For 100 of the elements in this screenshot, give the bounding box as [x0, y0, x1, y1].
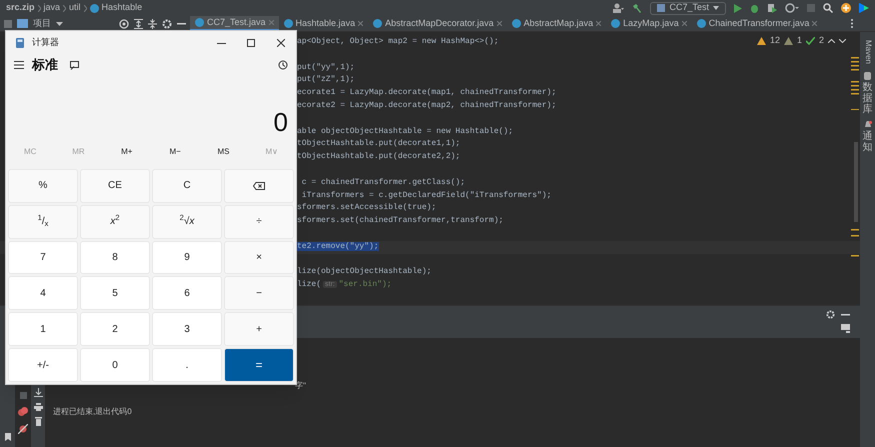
code-line: sformers.setAccessible(true);: [297, 203, 436, 212]
weak-warning-count[interactable]: 1: [796, 34, 802, 48]
calculator-key[interactable]: 8: [80, 240, 150, 274]
update-icon[interactable]: [841, 3, 851, 13]
editor-tab[interactable]: ChainedTransformer.java: [692, 16, 822, 31]
memory-button[interactable]: MS: [199, 146, 248, 158]
search-icon[interactable]: [823, 3, 833, 13]
project-panel-title[interactable]: 项目: [33, 16, 51, 30]
calculator-key[interactable]: 0: [80, 348, 150, 382]
calculator-icon: [16, 38, 24, 48]
calculator-key[interactable]: =: [224, 348, 294, 382]
scroll-to-end-icon[interactable]: [34, 388, 42, 397]
calculator-key[interactable]: 2: [80, 312, 150, 346]
calculator-key[interactable]: −: [224, 276, 294, 310]
run-icon[interactable]: [734, 4, 742, 12]
next-icon[interactable]: [839, 38, 846, 43]
code-line: tObjectHashtable.put(decorate1,1);: [297, 139, 460, 148]
run-configuration-dropdown[interactable]: CC7_Test: [650, 2, 726, 14]
code-line: put("yy",1);: [297, 62, 355, 72]
tool-window-label[interactable]: Maven: [862, 40, 874, 64]
code-text: "ser.bin");: [338, 280, 392, 290]
class-icon: [195, 18, 204, 27]
breadcrumb-item[interactable]: src.zip: [6, 1, 35, 15]
trash-icon[interactable]: [34, 417, 42, 426]
bell-icon[interactable]: [864, 121, 872, 129]
plugin-logo-icon[interactable]: [859, 3, 869, 13]
calculator-key[interactable]: $^{2}$√x: [152, 204, 222, 239]
editor-tab[interactable]: AbstractMap.java: [506, 16, 606, 31]
calculator-key[interactable]: .: [152, 348, 222, 382]
settings-icon[interactable]: [162, 18, 172, 28]
collapse-all-icon[interactable]: [148, 18, 157, 28]
warning-icon[interactable]: [784, 36, 793, 45]
calculator-key[interactable]: ×: [224, 240, 294, 274]
calculator-key[interactable]: x$^{2}$: [80, 204, 150, 239]
target-icon[interactable]: [119, 18, 129, 28]
database-icon[interactable]: [864, 72, 871, 80]
mute-breakpoints-icon[interactable]: [18, 424, 28, 434]
calculator-key[interactable]: 1: [8, 312, 78, 346]
code-line: sformers.set(chainedTransformer,transform);: [297, 216, 504, 226]
window-title: 计算器: [32, 36, 59, 50]
calculator-key[interactable]: $^{1}$/$_{x}$: [8, 204, 78, 239]
breadcrumb-item[interactable]: util: [69, 1, 81, 15]
calculator-key[interactable]: ÷: [224, 204, 294, 239]
hammer-icon[interactable]: [632, 3, 642, 13]
code-line: ecorate1 = LazyMap.decorate(map1, chainedTransformer);: [297, 88, 556, 98]
minimize-icon[interactable]: [841, 314, 850, 316]
user-icon[interactable]: [612, 3, 624, 13]
class-icon: [284, 19, 293, 28]
maximize-icon: [247, 39, 255, 47]
editor-tab[interactable]: LazyMap.java: [606, 16, 692, 31]
calculator-key[interactable]: 9: [152, 240, 222, 274]
calculator-key[interactable]: 4: [8, 276, 78, 310]
close-icon: [277, 39, 285, 47]
caret-icon: [713, 6, 719, 10]
calculator-key[interactable]: 6: [152, 276, 222, 310]
calculator-key[interactable]: CE: [80, 169, 150, 203]
tool-window-label[interactable]: 通知: [862, 131, 872, 153]
calculator-key[interactable]: %: [8, 169, 78, 203]
settings-icon[interactable]: [826, 310, 835, 319]
minimize-icon[interactable]: [177, 22, 186, 24]
profiler-icon[interactable]: [785, 3, 799, 13]
tool-window-label[interactable]: 数据库: [862, 82, 872, 115]
code-line: lize(objectObjectHashtable);: [297, 267, 432, 276]
memory-button[interactable]: M−: [150, 146, 200, 158]
layout-icon[interactable]: [841, 324, 850, 333]
debug-icon[interactable]: [750, 3, 759, 13]
calculator-key[interactable]: C: [152, 169, 222, 203]
chevron-icon: [63, 4, 66, 12]
print-icon[interactable]: [34, 403, 42, 411]
bookmark-icon[interactable]: [4, 433, 10, 441]
code-line: ecorate2 = LazyMap.decorate(map2, chainedTransformer);: [297, 100, 556, 110]
expand-all-icon[interactable]: [134, 18, 143, 28]
coverage-icon[interactable]: [767, 3, 777, 13]
calculator-key[interactable]: +: [224, 312, 294, 346]
breakpoints-icon[interactable]: [18, 407, 28, 416]
history-icon[interactable]: [278, 60, 288, 70]
menu-icon[interactable]: [14, 61, 24, 69]
calculator-key[interactable]: 7: [8, 240, 78, 274]
typo-count[interactable]: 2: [818, 34, 824, 48]
code-line: able objectObjectHashtable = new Hashtable();: [297, 126, 514, 136]
editor-tab[interactable]: CC7_Test.java: [190, 16, 279, 31]
memory-button[interactable]: M+: [102, 146, 151, 158]
keep-on-top-icon[interactable]: [70, 60, 79, 70]
code-line: iTransformers = c.getDeclaredField("iTransformers");: [300, 190, 552, 200]
editor-tab[interactable]: AbstractMapDecorator.java: [368, 16, 507, 31]
code-line: c = chainedTransformer.getClass();: [300, 178, 466, 187]
calculator-key[interactable]: 5: [80, 276, 150, 310]
editor-tab[interactable]: Hashtable.java: [278, 16, 368, 31]
previous-icon[interactable]: [828, 38, 835, 43]
application-icon: [657, 4, 666, 12]
code-line: put("zZ",1);: [297, 75, 355, 84]
warning-count[interactable]: 12: [770, 34, 780, 48]
check-icon[interactable]: [806, 36, 815, 45]
code-line: ap<Object, Object> map2 = new HashMap<>();: [297, 37, 499, 46]
breadcrumb-item[interactable]: java: [44, 1, 60, 15]
breadcrumb-item[interactable]: Hashtable: [102, 1, 142, 15]
warning-icon[interactable]: [756, 36, 766, 45]
caret-icon[interactable]: [56, 22, 63, 26]
calculator-key[interactable]: 3: [152, 312, 222, 346]
calculator-key[interactable]: +/-: [8, 348, 78, 382]
